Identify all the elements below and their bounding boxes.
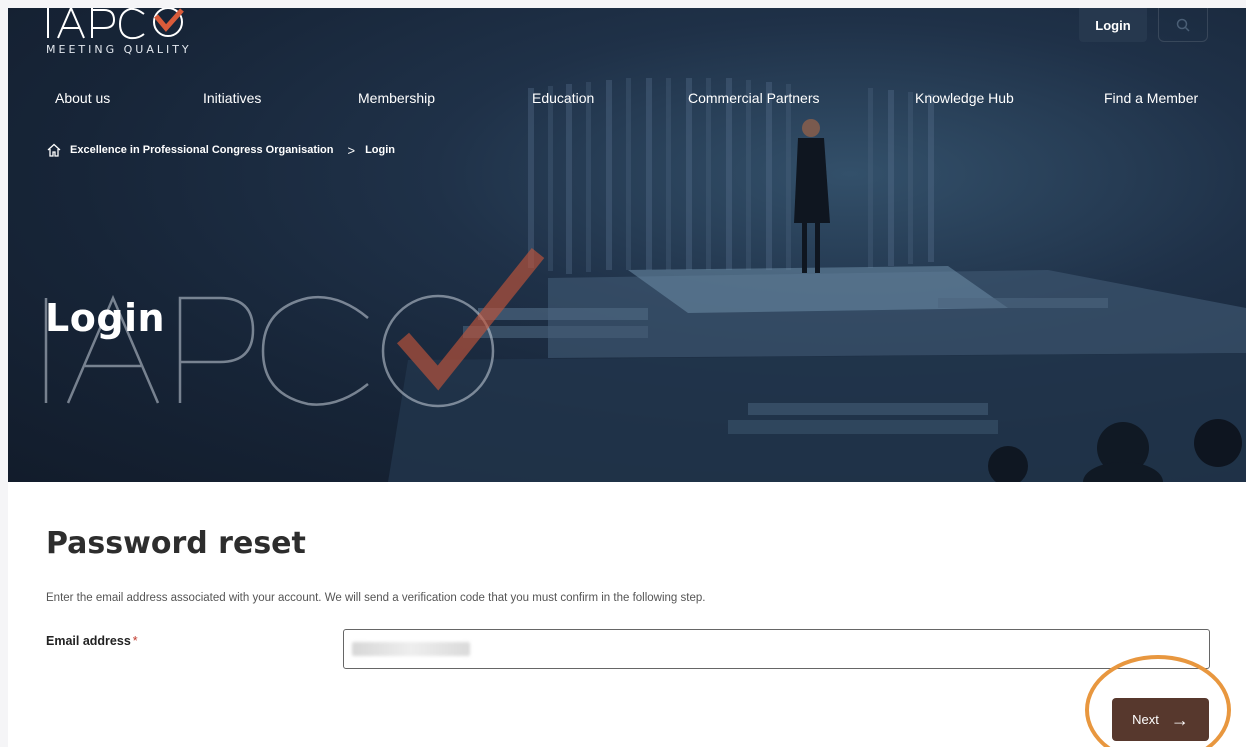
nav-item-commercial-partners[interactable]: Commercial Partners	[688, 90, 819, 106]
email-label: Email address *	[46, 634, 138, 648]
email-field[interactable]	[343, 629, 1210, 669]
iapco-logo-mark	[47, 8, 184, 40]
breadcrumb: Excellence in Professional Congress Orga…	[46, 141, 395, 159]
page-frame: MEETING QUALITY Login About us Initiativ…	[8, 8, 1246, 747]
redacted-email-value	[352, 642, 470, 656]
home-icon[interactable]	[46, 142, 62, 158]
nav-item-membership[interactable]: Membership	[358, 90, 435, 106]
search-icon	[1176, 18, 1190, 32]
nav-item-find-a-member[interactable]: Find a Member	[1104, 90, 1198, 106]
required-marker: *	[132, 634, 138, 648]
nav-item-about-us[interactable]: About us	[55, 90, 110, 106]
form-intro-text: Enter the email address associated with …	[46, 592, 706, 604]
page-title: Password reset	[46, 526, 306, 561]
hero-background-image	[44, 78, 1246, 482]
next-button[interactable]: Next →	[1112, 698, 1209, 741]
header-search-button[interactable]	[1158, 8, 1208, 42]
nav-item-knowledge-hub[interactable]: Knowledge Hub	[915, 90, 1014, 106]
breadcrumb-home-link[interactable]: Excellence in Professional Congress Orga…	[70, 144, 333, 156]
breadcrumb-separator: >	[347, 142, 356, 158]
breadcrumb-current: Login	[365, 144, 396, 156]
next-button-label: Next	[1132, 712, 1159, 727]
hero-banner: MEETING QUALITY Login About us Initiativ…	[8, 8, 1246, 482]
arrow-right-icon: →	[1170, 709, 1189, 730]
nav-item-education[interactable]: Education	[532, 90, 594, 106]
email-label-text: Email address	[46, 634, 131, 648]
main-nav: About us Initiatives Membership Educatio…	[8, 90, 1246, 110]
hero-title: Login	[45, 296, 166, 340]
nav-item-initiatives[interactable]: Initiatives	[203, 90, 261, 106]
logo-tagline: MEETING QUALITY	[46, 43, 192, 56]
speaker-silhouette	[794, 119, 830, 273]
header-login-button[interactable]: Login	[1079, 8, 1147, 42]
